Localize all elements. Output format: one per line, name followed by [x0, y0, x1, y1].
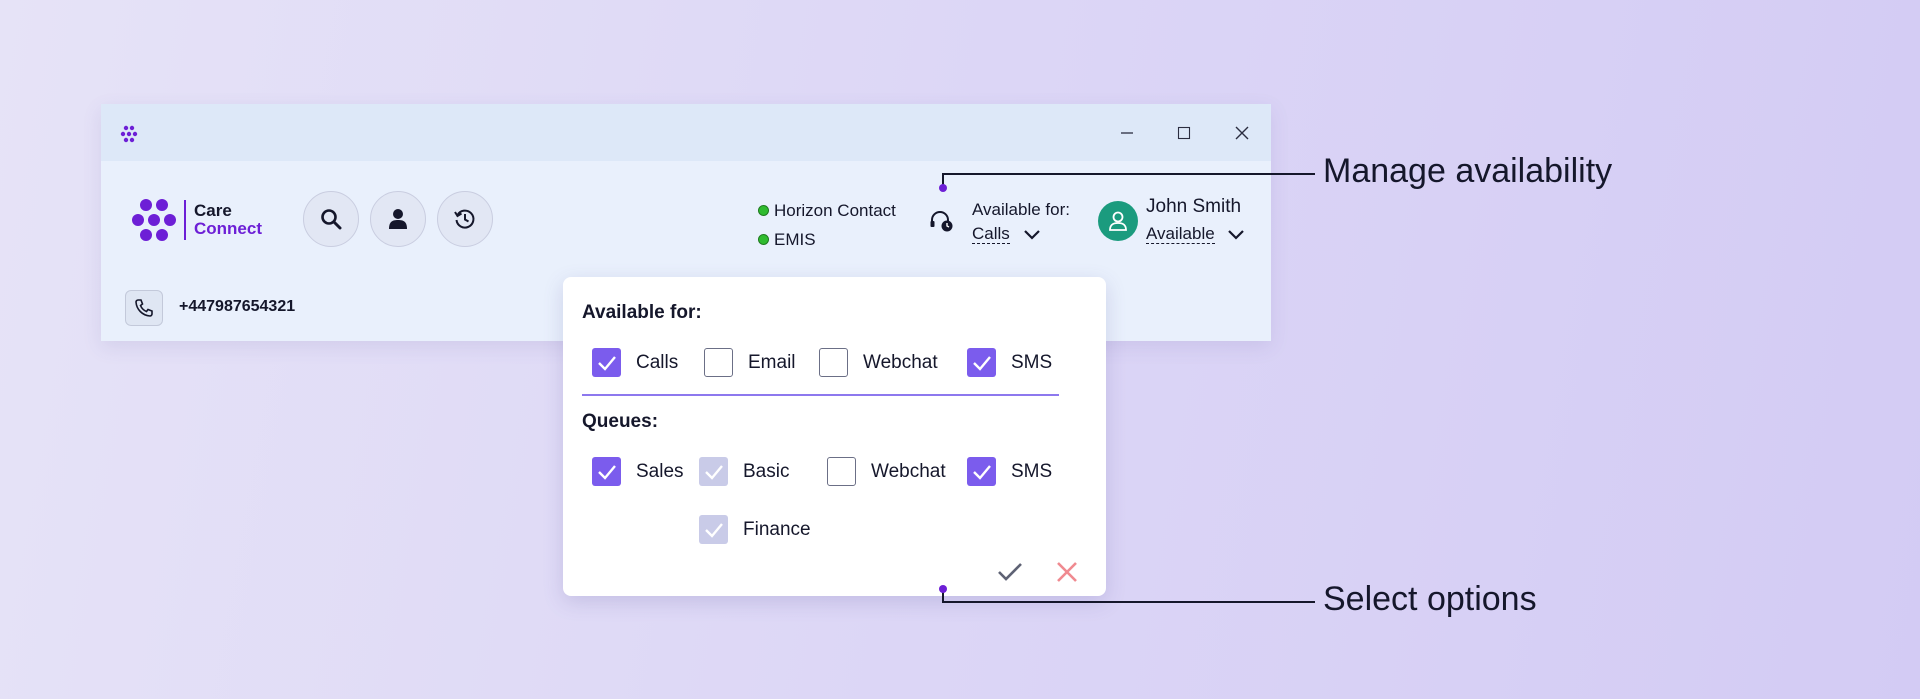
checkbox-checked[interactable]: [592, 348, 621, 377]
close-icon: [1235, 126, 1249, 140]
brand-name-connect: Connect: [194, 219, 262, 238]
section-divider: [582, 394, 1059, 396]
minimize-icon: [1121, 132, 1133, 134]
phone-icon: [135, 299, 153, 317]
minimize-button[interactable]: [1112, 118, 1142, 148]
check-icon: [704, 464, 723, 480]
checkbox-unchecked[interactable]: [704, 348, 733, 377]
annotation-select-options: Select options: [1323, 580, 1537, 618]
history-icon: [454, 209, 475, 229]
user-status-selector[interactable]: John Smith Available: [1146, 193, 1245, 247]
available-option-email[interactable]: Email: [704, 348, 796, 377]
active-call-number: +447987654321: [179, 298, 296, 315]
annotation-manage-availability: Manage availability: [1323, 152, 1613, 190]
checkbox-unchecked[interactable]: [819, 348, 848, 377]
checkbox-disabled-checked: [699, 515, 728, 544]
user-name: John Smith: [1146, 196, 1242, 217]
availability-value[interactable]: Calls: [972, 224, 1010, 244]
availability-selector[interactable]: Available for: Calls: [972, 198, 1070, 246]
annotation-connector: [942, 173, 1315, 175]
care-connect-logo-icon: [132, 199, 176, 241]
close-button[interactable]: [1227, 118, 1257, 148]
queue-option-sales[interactable]: Sales: [592, 457, 684, 486]
available-option-webchat[interactable]: Webchat: [819, 348, 938, 377]
queue-option-finance: Finance: [699, 515, 811, 544]
checkbox-disabled-checked: [699, 457, 728, 486]
option-label: Sales: [636, 460, 684, 482]
available-option-calls[interactable]: Calls: [592, 348, 678, 377]
checkbox-checked[interactable]: [592, 457, 621, 486]
annotation-dot: [939, 585, 947, 593]
confirm-button[interactable]: [996, 558, 1024, 586]
phone-button[interactable]: [125, 290, 163, 326]
check-icon: [597, 464, 616, 480]
search-icon: [321, 209, 342, 230]
integration-emis: EMIS: [758, 225, 896, 254]
check-icon: [597, 355, 616, 371]
queue-option-basic: Basic: [699, 457, 789, 486]
brand-separator: [184, 200, 186, 240]
queue-option-webchat[interactable]: Webchat: [827, 457, 946, 486]
checkbox-unchecked[interactable]: [827, 457, 856, 486]
availability-popup: Available for: Calls Email Webchat SMS Q…: [563, 277, 1106, 596]
integration-status-list: Horizon Contact EMIS: [758, 196, 896, 254]
user-status[interactable]: Available: [1146, 224, 1215, 244]
status-dot: [758, 234, 769, 245]
option-label: Basic: [743, 460, 790, 482]
cancel-button[interactable]: [1053, 558, 1081, 586]
chevron-down-icon[interactable]: [1227, 229, 1245, 241]
integration-label: EMIS: [774, 230, 816, 249]
avatar: [1098, 201, 1138, 241]
contacts-button[interactable]: [370, 191, 426, 247]
brand-logo: Care Connect: [132, 199, 262, 241]
headset-clock-icon: [930, 211, 953, 232]
integration-horizon-contact: Horizon Contact: [758, 196, 896, 225]
user-outline-icon: [1109, 211, 1127, 231]
brand-name-care: Care: [194, 201, 232, 220]
annotation-dot: [939, 184, 947, 192]
title-bar: [101, 104, 1271, 161]
queue-option-sms[interactable]: SMS: [967, 457, 1052, 486]
status-dot: [758, 205, 769, 216]
maximize-button[interactable]: [1169, 118, 1199, 148]
chevron-down-icon[interactable]: [1023, 229, 1041, 241]
app-logo-icon: [120, 125, 138, 143]
option-label: Email: [748, 351, 796, 373]
option-label: Webchat: [871, 460, 946, 482]
option-label: Finance: [743, 518, 811, 540]
queues-heading: Queues:: [582, 411, 659, 432]
annotation-connector: [942, 601, 1315, 603]
checkbox-checked[interactable]: [967, 348, 996, 377]
available-for-heading: Available for:: [582, 302, 702, 323]
x-icon: [1057, 562, 1077, 582]
check-icon: [704, 522, 723, 538]
check-icon: [972, 464, 991, 480]
search-button[interactable]: [303, 191, 359, 247]
option-label: SMS: [1011, 351, 1053, 373]
option-label: Calls: [636, 351, 679, 373]
integration-label: Horizon Contact: [774, 201, 896, 220]
available-option-sms[interactable]: SMS: [967, 348, 1052, 377]
user-icon: [389, 209, 407, 229]
availability-label: Available for:: [972, 200, 1070, 219]
check-icon: [972, 355, 991, 371]
maximize-icon: [1177, 126, 1191, 140]
check-icon: [998, 563, 1022, 581]
history-button[interactable]: [437, 191, 493, 247]
option-label: SMS: [1011, 460, 1053, 482]
checkbox-checked[interactable]: [967, 457, 996, 486]
option-label: Webchat: [863, 351, 938, 373]
